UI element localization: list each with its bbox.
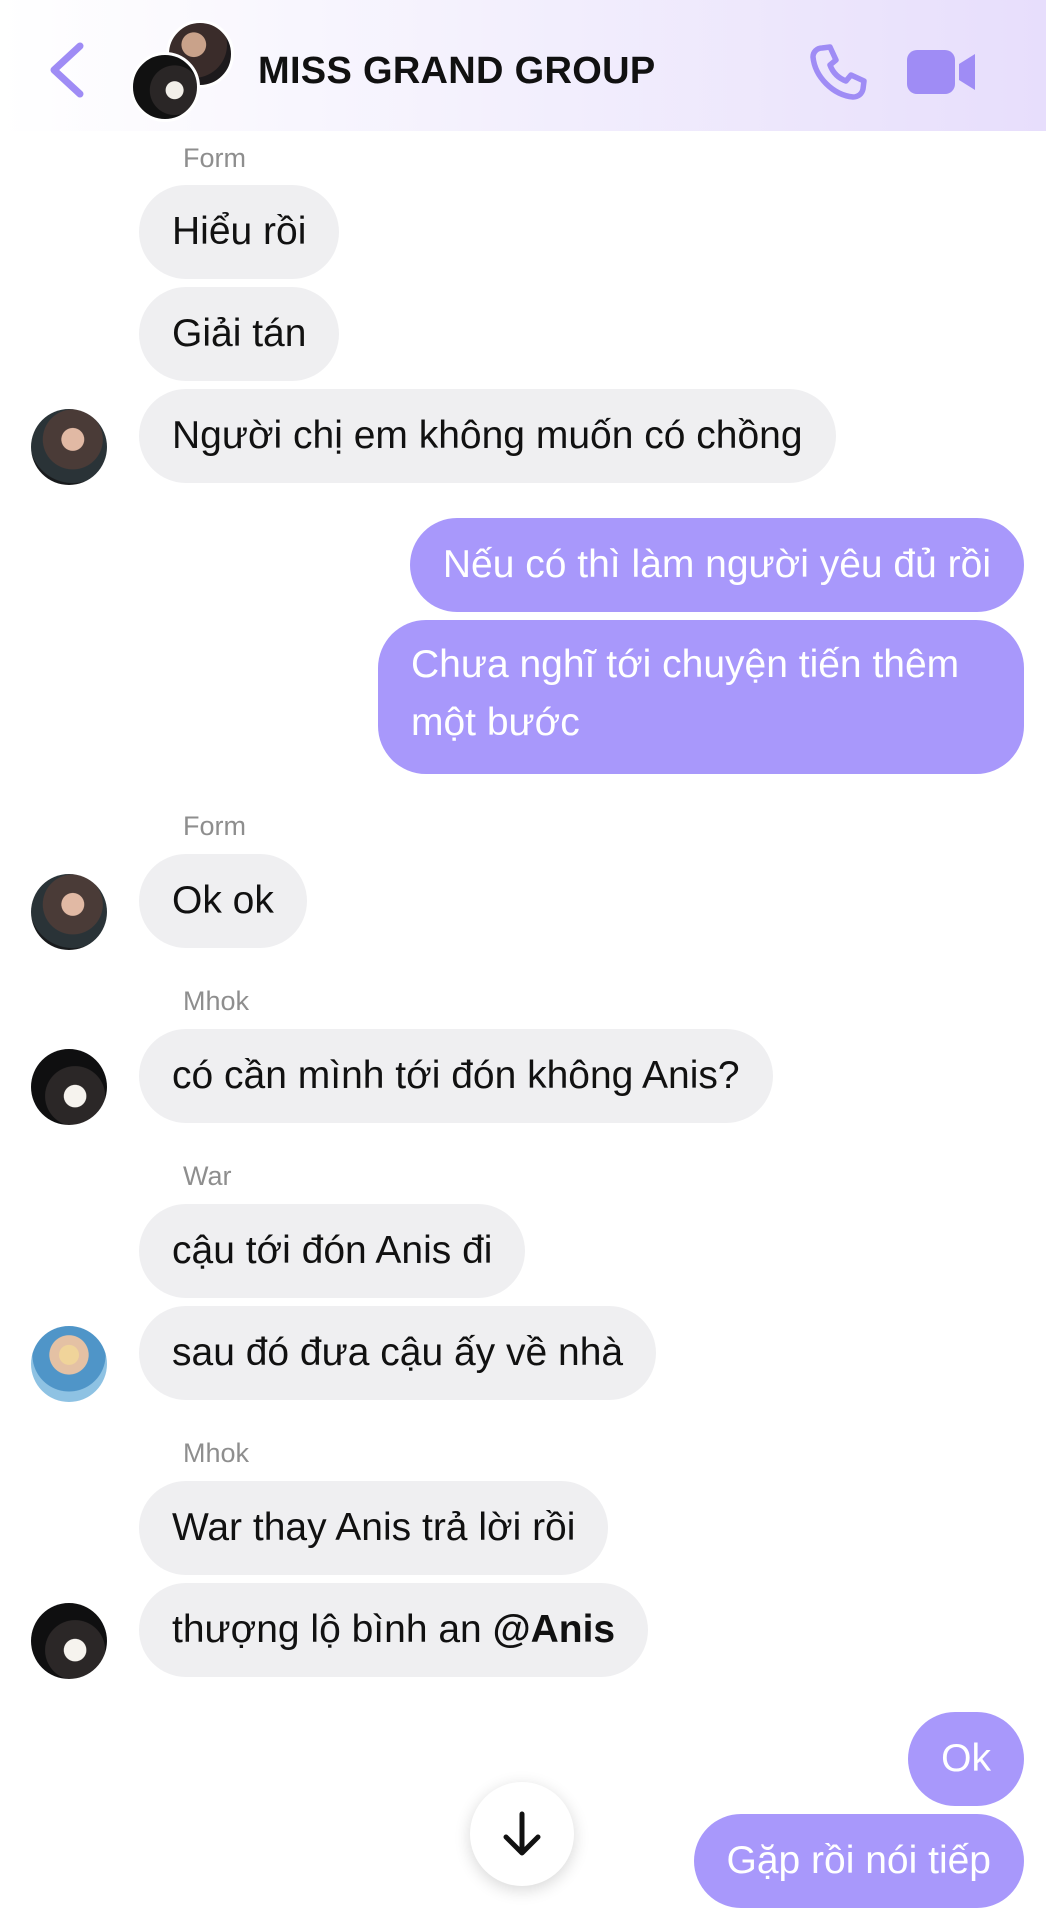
message-bubble[interactable]: có cần mình tới đón không Anis? bbox=[139, 1029, 773, 1123]
message-bubble-outgoing[interactable]: Gặp rồi nói tiếp bbox=[693, 1814, 1024, 1908]
avatar[interactable] bbox=[31, 1326, 107, 1402]
avatar[interactable] bbox=[31, 1049, 107, 1125]
scroll-to-bottom-button[interactable] bbox=[470, 1782, 574, 1886]
message-bubble[interactable]: Ok ok bbox=[139, 854, 307, 948]
message-bubble[interactable]: Hiểu rồi bbox=[139, 185, 340, 279]
sender-name: Mhok bbox=[183, 986, 250, 1016]
chat-header: MISS GRAND GROUP bbox=[0, 0, 1046, 131]
avatar[interactable] bbox=[31, 1603, 107, 1679]
mention-link[interactable]: @Anis bbox=[493, 1608, 616, 1651]
avatar[interactable] bbox=[31, 409, 107, 485]
message-bubble-outgoing[interactable]: Ok bbox=[908, 1712, 1024, 1806]
sender-name: Form bbox=[183, 811, 246, 841]
message-bubble[interactable]: thượng lộ bình an @Anis bbox=[139, 1583, 649, 1677]
sender-name: Mhok bbox=[183, 1438, 250, 1468]
group-avatar[interactable] bbox=[130, 20, 236, 122]
video-camera-icon[interactable] bbox=[905, 46, 977, 98]
message-bubble[interactable]: cậu tới đón Anis đi bbox=[139, 1204, 526, 1298]
message-text: thượng lộ bình an bbox=[172, 1608, 493, 1651]
message-bubble[interactable]: Giải tán bbox=[139, 287, 340, 381]
message-bubble[interactable]: sau đó đưa cậu ấy về nhà bbox=[139, 1306, 657, 1400]
message-bubble-outgoing[interactable]: Chưa nghĩ tới chuyện tiến thêm một bước bbox=[378, 620, 1024, 774]
arrow-down-icon bbox=[503, 1811, 541, 1856]
message-bubble[interactable]: War thay Anis trả lời rồi bbox=[139, 1481, 609, 1575]
sender-name: War bbox=[183, 1161, 232, 1191]
message-bubble-outgoing[interactable]: Nếu có thì làm người yêu đủ rồi bbox=[409, 518, 1024, 612]
group-member-avatar bbox=[130, 52, 200, 122]
message-bubble[interactable]: Người chị em không muốn có chồng bbox=[139, 389, 836, 483]
chat-title[interactable]: MISS GRAND GROUP bbox=[258, 50, 656, 93]
sender-name: Form bbox=[183, 143, 246, 173]
chevron-left-icon[interactable] bbox=[44, 40, 88, 100]
phone-icon[interactable] bbox=[808, 42, 868, 102]
avatar[interactable] bbox=[31, 874, 107, 950]
